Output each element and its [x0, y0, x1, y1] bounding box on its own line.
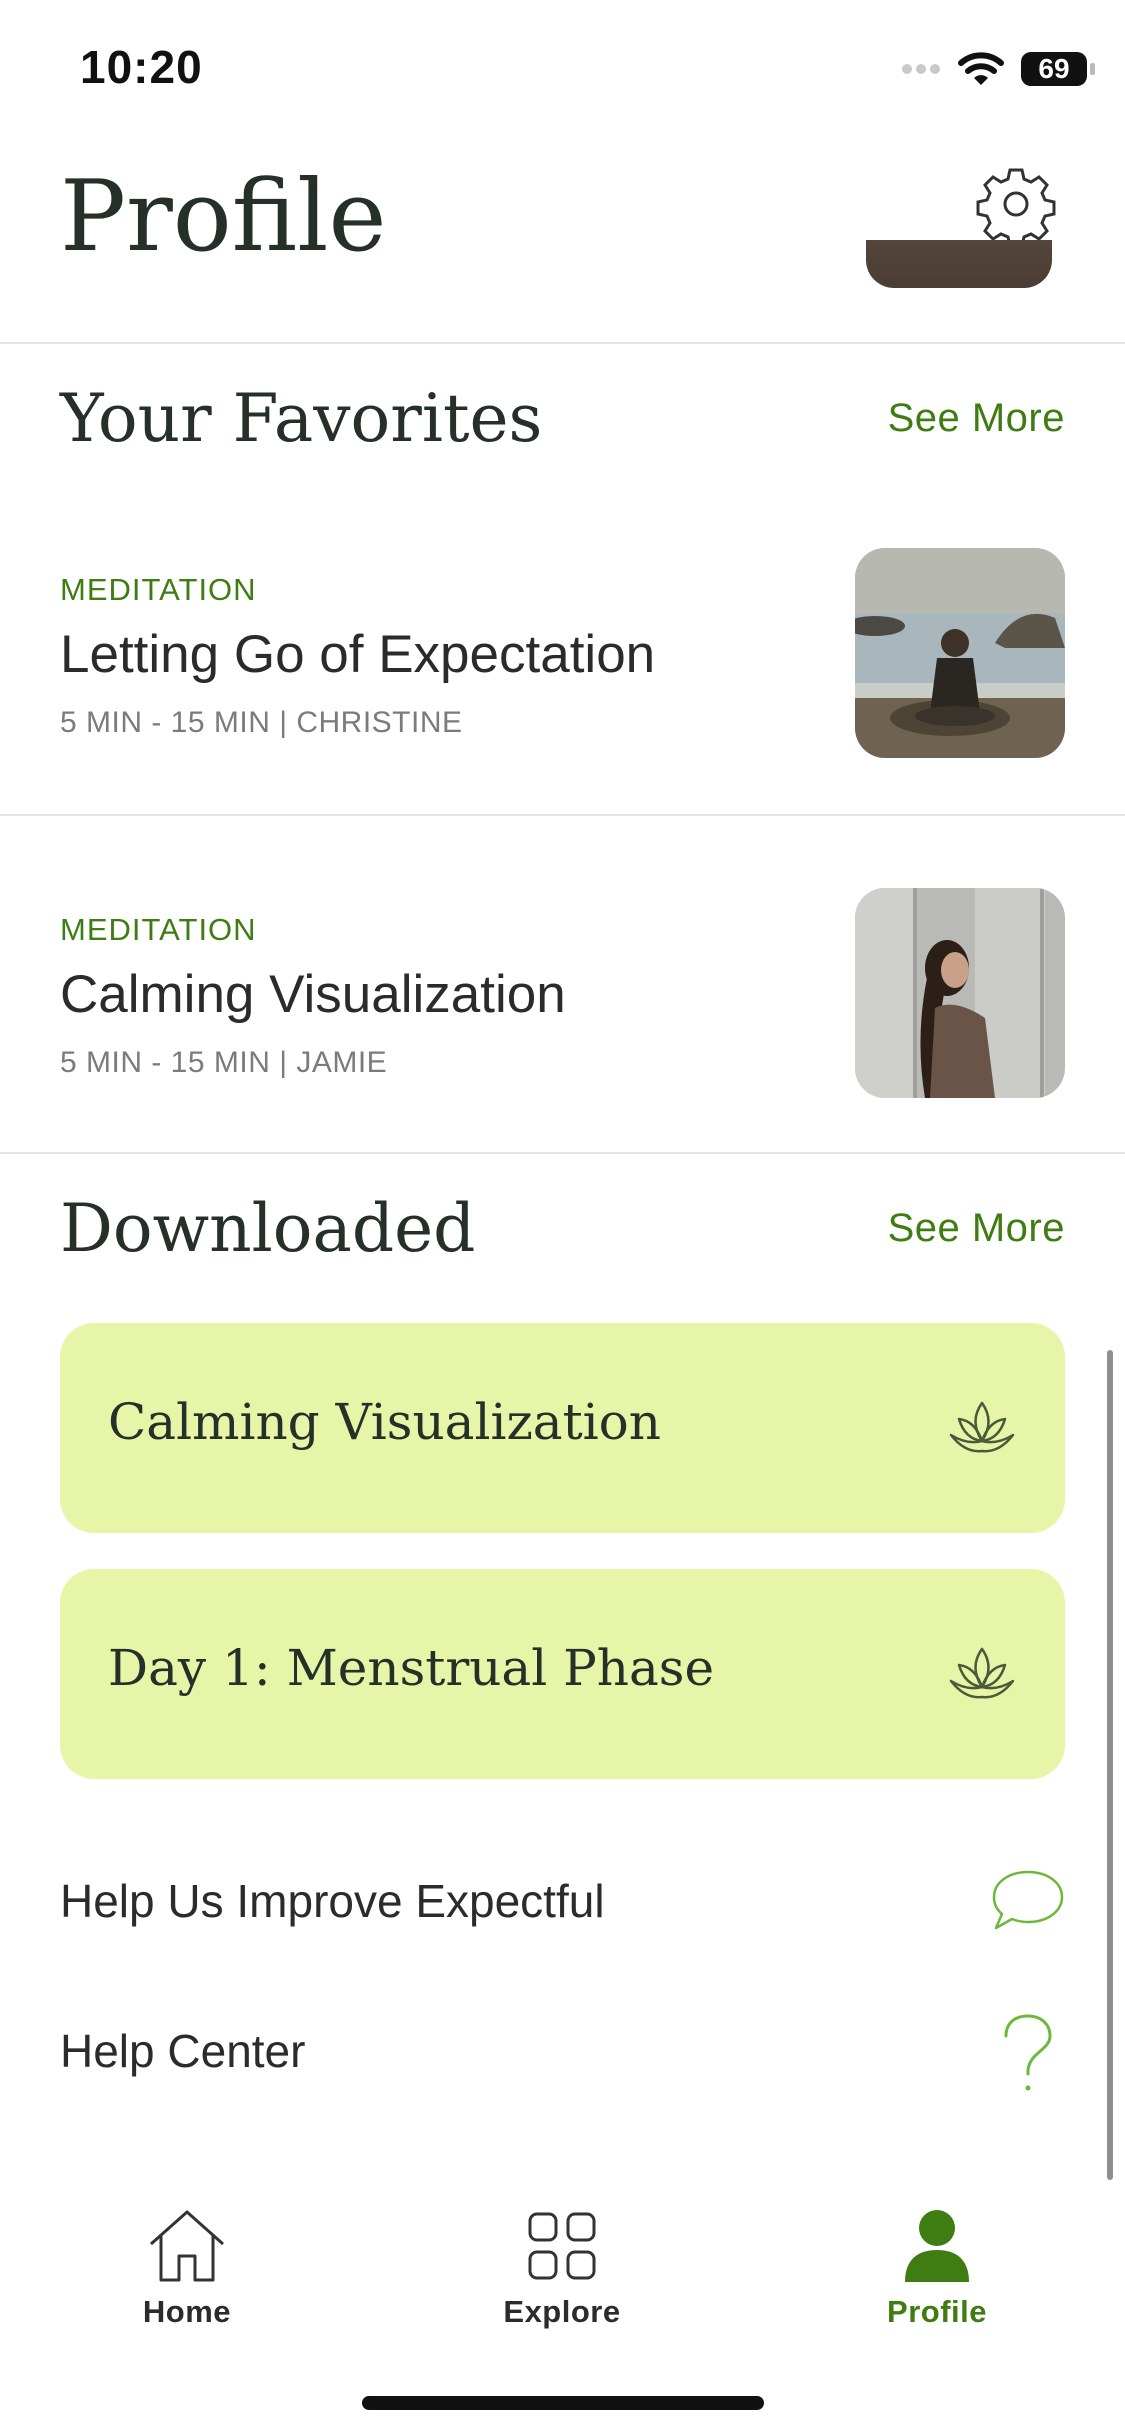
- tab-explore-label: Explore: [503, 2294, 621, 2329]
- help-center-label: Help Center: [60, 2025, 306, 2077]
- status-time: 10:20: [80, 41, 203, 93]
- downloaded-title: Downloaded: [60, 1190, 476, 1267]
- wifi-icon: [958, 52, 1004, 85]
- signal-icon: [902, 64, 940, 74]
- favorites-see-more-link[interactable]: See More: [888, 396, 1065, 441]
- download-card[interactable]: Day 1: Menstrual Phase: [60, 1569, 1065, 1779]
- gear-icon[interactable]: [976, 164, 1056, 244]
- divider: [0, 342, 1125, 344]
- help-center-row[interactable]: Help Center: [0, 2000, 1125, 2100]
- lotus-icon: [949, 1647, 1015, 1699]
- help-improve-row[interactable]: Help Us Improve Expectful: [0, 1850, 1125, 1950]
- favorite-category: MEDITATION: [60, 912, 257, 947]
- person-icon: [905, 2210, 969, 2282]
- favorites-title: Your Favorites: [60, 380, 543, 457]
- page-title: Profile: [60, 160, 387, 274]
- divider: [0, 1152, 1125, 1154]
- scrollbar[interactable]: [1107, 1350, 1113, 2180]
- favorite-category: MEDITATION: [60, 572, 257, 607]
- favorite-thumbnail: [855, 548, 1065, 758]
- battery-icon: 69: [1021, 52, 1095, 86]
- tab-home[interactable]: Home: [87, 2208, 287, 2330]
- home-icon: [150, 2210, 224, 2282]
- download-title: Day 1: Menstrual Phase: [108, 1639, 715, 1697]
- tab-profile[interactable]: Profile: [837, 2208, 1037, 2330]
- download-title: Calming Visualization: [108, 1393, 661, 1451]
- favorite-title: Calming Visualization: [60, 965, 566, 1024]
- favorite-meta: 5 MIN - 15 MIN | CHRISTINE: [60, 706, 463, 739]
- downloaded-see-more-link[interactable]: See More: [888, 1206, 1065, 1251]
- download-card[interactable]: Calming Visualization: [60, 1323, 1065, 1533]
- tab-profile-label: Profile: [887, 2294, 987, 2329]
- question-icon: [1004, 2014, 1052, 2091]
- help-improve-label: Help Us Improve Expectful: [60, 1875, 605, 1927]
- partial-thumbnail: [866, 240, 1052, 288]
- favorite-thumbnail: [855, 888, 1065, 1098]
- favorite-item[interactable]: MEDITATION Letting Go of Expectation 5 M…: [0, 520, 1125, 810]
- favorite-meta: 5 MIN - 15 MIN | JAMIE: [60, 1046, 388, 1079]
- home-indicator: [362, 2396, 764, 2410]
- divider: [0, 814, 1125, 816]
- favorite-title: Letting Go of Expectation: [60, 625, 656, 684]
- explore-grid-icon: [528, 2212, 596, 2280]
- lotus-icon: [949, 1401, 1015, 1453]
- tab-home-label: Home: [142, 2294, 232, 2329]
- chat-bubble-icon: [992, 1870, 1064, 1930]
- status-icons: 69: [901, 44, 1095, 94]
- tab-explore[interactable]: Explore: [462, 2208, 662, 2330]
- favorite-item[interactable]: MEDITATION Calming Visualization 5 MIN -…: [0, 860, 1125, 1150]
